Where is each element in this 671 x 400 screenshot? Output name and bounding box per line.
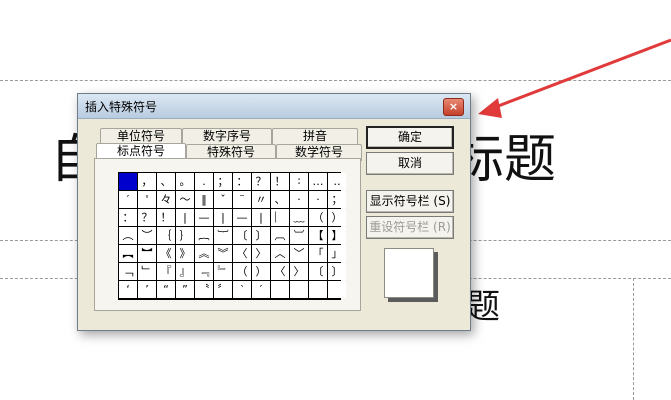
symbol-cell[interactable]: 、	[271, 191, 289, 208]
reset-symbol-bar-button: 重设符号栏 (R)	[366, 216, 454, 239]
symbol-cell[interactable]: 】	[328, 227, 346, 244]
symbol-cell[interactable]: ︶	[138, 227, 156, 244]
symbol-cell[interactable]: ′	[252, 281, 270, 298]
symbol-cell[interactable]: ︾	[214, 245, 232, 262]
symbol-cell[interactable]: ︺	[290, 227, 308, 244]
dialog-title: 插入特殊符号	[85, 100, 158, 114]
symbol-cell[interactable]: 〃	[252, 191, 270, 208]
symbol-cell[interactable]: 》	[176, 245, 194, 262]
symbol-cell[interactable]: '	[138, 191, 156, 208]
symbol-cell[interactable]: ︸	[214, 227, 232, 244]
symbol-cell[interactable]: …	[309, 173, 327, 190]
symbol-cell[interactable]: ‖	[195, 191, 213, 208]
close-button[interactable]: ×	[443, 98, 464, 116]
symbol-cell[interactable]: ！	[157, 209, 175, 226]
symbol-cell[interactable]: |	[176, 209, 194, 226]
symbol-cell[interactable]: ︽	[195, 245, 213, 262]
tab-number-sequence[interactable]: 数字序号	[182, 128, 272, 145]
symbol-cell[interactable]: ！	[271, 173, 289, 190]
symbol-cell[interactable]: ｝	[176, 227, 194, 244]
symbol-cell[interactable]: ︵	[119, 227, 137, 244]
symbol-cell[interactable]: ：	[233, 173, 251, 190]
symbol-cell[interactable]: .	[195, 173, 213, 190]
symbol-cell[interactable]: ︼	[138, 245, 156, 262]
close-icon: ×	[448, 100, 459, 113]
tab-pinyin[interactable]: 拼音	[272, 128, 358, 145]
symbol-cell[interactable]: ︷	[195, 227, 213, 244]
symbol-cell[interactable]: ¨	[233, 191, 251, 208]
symbol-cell[interactable]: ′	[119, 191, 137, 208]
symbol-cell[interactable]: —	[195, 209, 213, 226]
symbol-cell[interactable]: |	[252, 209, 270, 226]
symbol-cell[interactable]: ‵	[233, 281, 251, 298]
symbol-cell[interactable]: 〈	[271, 263, 289, 280]
symbol-cell-selected[interactable]	[119, 173, 137, 190]
symbol-cell[interactable]: 〔	[309, 263, 327, 280]
symbol-cell[interactable]: ˇ	[214, 191, 232, 208]
symbol-cell[interactable]: ︴	[271, 209, 289, 226]
symbol-cell[interactable]: ∶	[290, 173, 308, 190]
dialog-titlebar[interactable]: 插入特殊符号 ×	[78, 94, 470, 119]
symbol-cell[interactable]: 。	[176, 173, 194, 190]
symbol-cell[interactable]: ？	[138, 209, 156, 226]
symbol-preview-box	[384, 248, 434, 298]
symbol-cell[interactable]: ’	[138, 281, 156, 298]
symbol-cell[interactable]: ～	[176, 191, 194, 208]
symbol-cell[interactable]: ？	[252, 173, 270, 190]
symbol-cell[interactable]: 』	[176, 263, 194, 280]
symbol-cell[interactable]: （	[233, 263, 251, 280]
symbol-cell[interactable]: 〞	[214, 281, 232, 298]
symbol-cell[interactable]: ‥	[328, 173, 346, 190]
symbol-cell[interactable]: 〈	[233, 245, 251, 262]
symbol-cell[interactable]	[290, 281, 308, 298]
symbol-cell[interactable]: 《	[157, 245, 175, 262]
symbol-cell[interactable]: |	[214, 209, 232, 226]
symbol-cell[interactable]: 「	[309, 245, 327, 262]
symbol-cell[interactable]: 『	[157, 263, 175, 280]
symbol-cell[interactable]	[271, 281, 289, 298]
symbol-cell[interactable]: ﹀	[290, 245, 308, 262]
symbol-cell[interactable]: 〉	[252, 245, 270, 262]
symbol-cell[interactable]: 〔	[233, 227, 251, 244]
ok-button[interactable]: 确定	[366, 126, 454, 149]
symbol-cell[interactable]: ”	[176, 281, 194, 298]
symbol-cell[interactable]: 〝	[195, 281, 213, 298]
symbol-cell[interactable]: ：	[119, 209, 137, 226]
symbol-cell[interactable]: ；	[214, 173, 232, 190]
symbol-cell[interactable]: ﹏	[290, 209, 308, 226]
symbol-cell[interactable]: ）	[328, 209, 346, 226]
symbol-cell[interactable]: ·	[290, 191, 308, 208]
symbol-cell[interactable]: “	[157, 281, 175, 298]
symbol-cell[interactable]: 々	[157, 191, 175, 208]
symbol-cell[interactable]: ︹	[271, 227, 289, 244]
symbol-cell[interactable]: —	[233, 209, 251, 226]
symbol-cell[interactable]: ‘	[119, 281, 137, 298]
symbol-cell[interactable]	[309, 281, 327, 298]
symbol-cell[interactable]: ︻	[119, 245, 137, 262]
symbol-cell[interactable]: ·	[309, 191, 327, 208]
insert-special-symbol-dialog: 插入特殊符号 × 单位符号 数字序号 拼音 标点符号 特殊符号 数学符号 ，、。…	[77, 93, 471, 331]
symbol-cell[interactable]: 〕	[328, 263, 346, 280]
symbol-cell[interactable]: ﹄	[214, 263, 232, 280]
symbol-cell[interactable]: ）	[252, 263, 270, 280]
symbol-cell[interactable]: ﹁	[119, 263, 137, 280]
symbol-cell[interactable]	[328, 281, 346, 298]
symbol-cell[interactable]: （	[309, 209, 327, 226]
symbol-grid: ，、。.；：？！ ∶… ‥ ′ ' 々～ ‖ ˇ ¨ 〃、 · ·；：？！ | — | — | ︴ ﹏ （） ︵ ︶ ｛｝ ︷…	[118, 172, 346, 300]
symbol-cell[interactable]: ；	[328, 191, 346, 208]
symbol-cell[interactable]: 〉	[290, 263, 308, 280]
symbol-cell[interactable]: 【	[309, 227, 327, 244]
symbol-cell[interactable]: ｛	[157, 227, 175, 244]
symbol-cell[interactable]: 、	[157, 173, 175, 190]
symbol-cell[interactable]: ，	[138, 173, 156, 190]
symbol-cell[interactable]: ︿	[271, 245, 289, 262]
cancel-button[interactable]: 取消	[366, 152, 454, 175]
show-symbol-bar-button[interactable]: 显示符号栏 (S)	[366, 190, 454, 213]
symbol-cell[interactable]: ﹂	[138, 263, 156, 280]
symbol-cell[interactable]: 」	[328, 245, 346, 262]
symbol-cell[interactable]: ﹃	[195, 263, 213, 280]
symbol-cell[interactable]: 〕	[252, 227, 270, 244]
